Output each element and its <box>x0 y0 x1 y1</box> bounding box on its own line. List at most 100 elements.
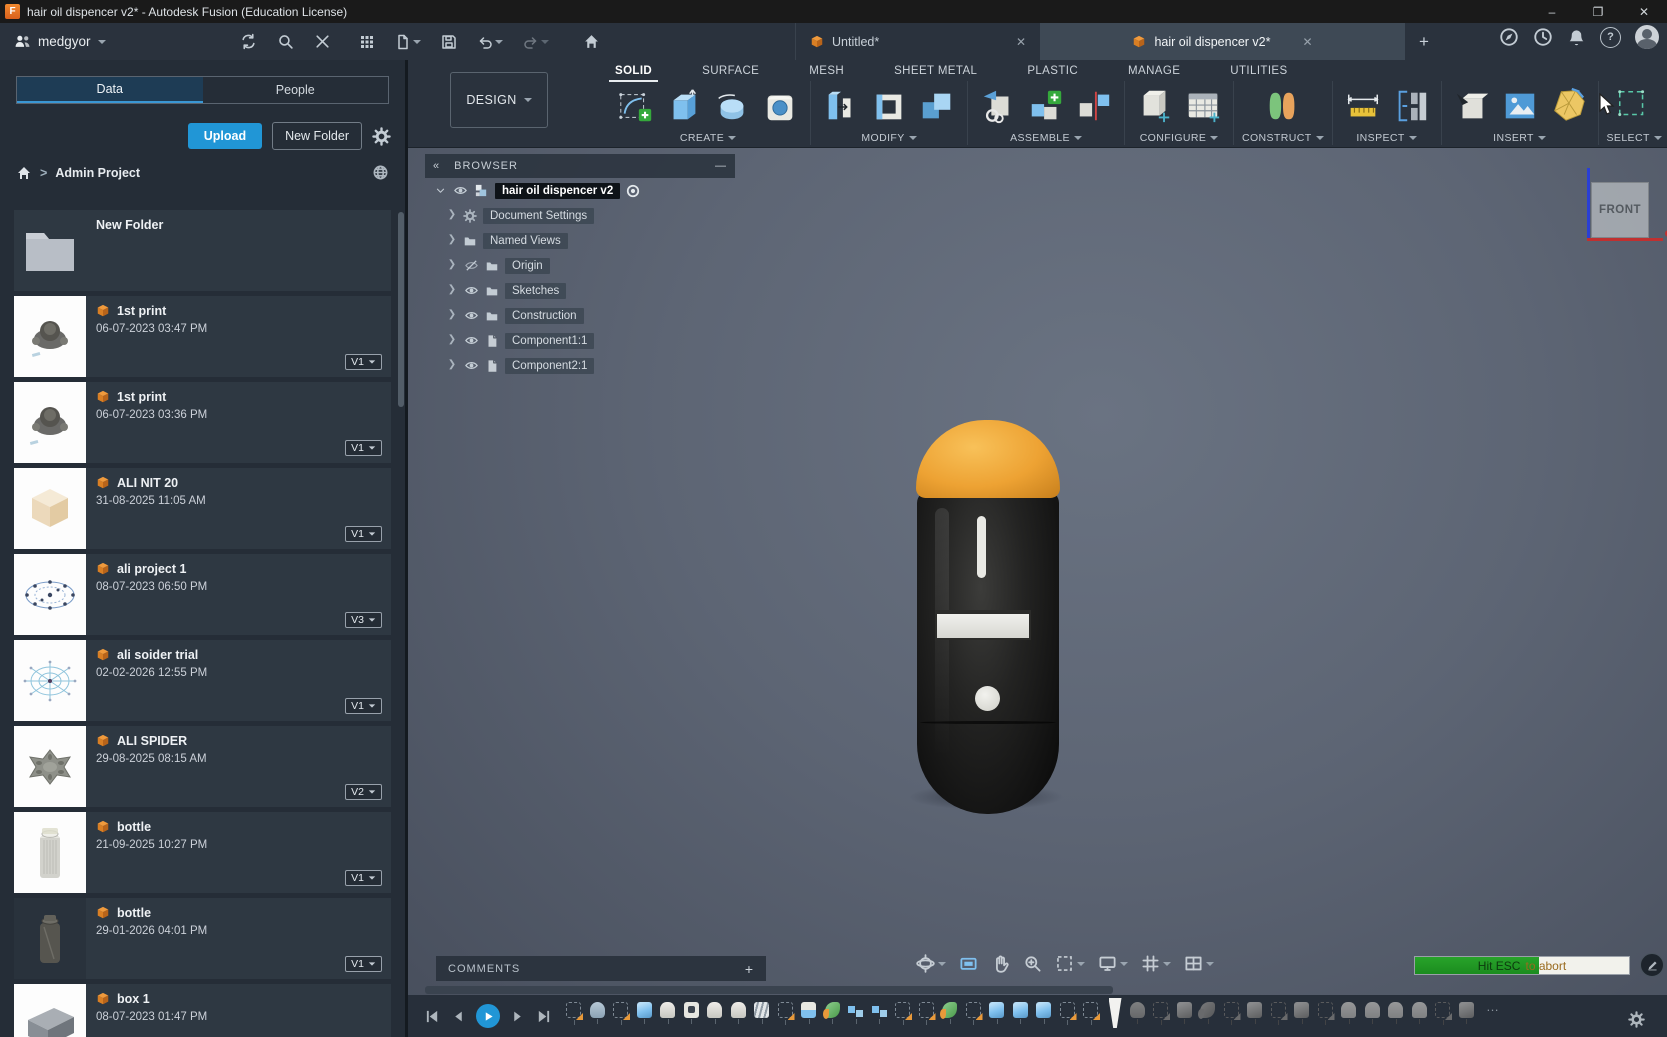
timeline-step-back-button[interactable] <box>450 1008 467 1025</box>
timeline-feature-fillet[interactable] <box>1365 1002 1380 1018</box>
tab-data[interactable]: Data <box>17 77 203 103</box>
undo-button[interactable] <box>477 34 503 50</box>
tab-manage[interactable]: MANAGE <box>1126 62 1182 80</box>
breadcrumb-project[interactable]: Admin Project <box>55 166 140 180</box>
profile-avatar[interactable] <box>1635 25 1659 49</box>
timeline-feature-extrude[interactable] <box>1247 1002 1262 1018</box>
chevron-right-icon[interactable]: ❯ <box>447 359 457 370</box>
browser-row-component1[interactable]: ❯ Component1:1 <box>425 328 735 353</box>
timeline-feature-coil[interactable] <box>754 1002 769 1018</box>
tab-close-icon[interactable]: ✕ <box>1016 35 1026 49</box>
timeline-feature-extrude[interactable] <box>1294 1002 1309 1018</box>
tab-sheet-metal[interactable]: SHEET METAL <box>892 62 979 80</box>
chevron-right-icon[interactable]: ❯ <box>447 234 457 245</box>
browser-row-document-settings[interactable]: ❯ Document Settings <box>425 203 735 228</box>
feedback-pen-icon[interactable] <box>1640 953 1664 977</box>
timeline-feature-extrude[interactable] <box>1036 1002 1051 1018</box>
chevron-down-icon[interactable] <box>435 185 446 196</box>
eye-off-icon[interactable] <box>464 258 479 273</box>
chevron-right-icon[interactable]: ❯ <box>447 209 457 220</box>
eye-icon[interactable] <box>464 308 479 323</box>
timeline-feature-sweep[interactable] <box>1200 1002 1215 1018</box>
timeline-feature-sketch[interactable] <box>566 1002 581 1018</box>
group-label-configure[interactable]: CONFIGURE <box>1140 132 1219 144</box>
shell-icon[interactable] <box>867 83 911 129</box>
timeline-feature-extrude[interactable] <box>1013 1002 1028 1018</box>
measure-icon[interactable] <box>1341 83 1385 129</box>
timeline-feature-sketch[interactable] <box>919 1002 934 1018</box>
save-button[interactable] <box>441 34 457 50</box>
sync-button[interactable] <box>240 33 257 50</box>
tab-utilities[interactable]: UTILITIES <box>1228 62 1289 80</box>
timeline-feature-extrude[interactable] <box>989 1002 1004 1018</box>
timeline-feature-sweep[interactable] <box>942 1002 957 1018</box>
timeline-feature-sketch[interactable] <box>1435 1002 1450 1018</box>
timeline-feature-sketch[interactable] <box>966 1002 981 1018</box>
timeline-feature-extrude[interactable] <box>1177 1002 1192 1018</box>
browser-row-origin[interactable]: ❯ Origin <box>425 253 735 278</box>
zoom-window-tool[interactable] <box>1055 954 1085 973</box>
chevron-right-icon[interactable]: ❯ <box>447 334 457 345</box>
notifications-bell-icon[interactable] <box>1567 28 1586 47</box>
timeline-feature-sweep[interactable] <box>825 1002 840 1018</box>
workspace-design-dropdown[interactable]: DESIGN <box>450 72 548 128</box>
comments-bar[interactable]: COMMENTS + <box>436 956 766 981</box>
add-comment-icon[interactable]: + <box>745 961 754 977</box>
close-document-button[interactable] <box>314 33 331 50</box>
insert-derive-icon[interactable] <box>1450 83 1494 129</box>
new-folder-button[interactable]: New Folder <box>272 122 362 150</box>
look-at-tool[interactable] <box>959 954 978 973</box>
group-label-modify[interactable]: MODIFY <box>861 132 916 144</box>
joint-icon[interactable] <box>1072 83 1116 129</box>
search-button[interactable] <box>277 33 294 50</box>
viewports-tool[interactable] <box>1184 954 1214 973</box>
tab-people[interactable]: People <box>203 77 389 103</box>
new-tab-button[interactable]: + <box>1405 23 1443 60</box>
data-settings-gear-icon[interactable] <box>372 127 391 146</box>
timeline-feature-sketch[interactable] <box>1224 1002 1239 1018</box>
timeline-feature-extrude[interactable] <box>637 1002 652 1018</box>
tab-solid[interactable]: SOLID <box>613 62 654 80</box>
team-switcher[interactable]: medgyor <box>0 33 120 50</box>
timeline-feature-sketch[interactable] <box>1153 1002 1168 1018</box>
timeline-play-button[interactable] <box>476 1004 500 1028</box>
browser-row-sketches[interactable]: ❯ Sketches <box>425 278 735 303</box>
upload-button[interactable]: Upload <box>188 123 262 149</box>
window-maximize-button[interactable]: ❐ <box>1575 0 1621 23</box>
press-pull-icon[interactable] <box>819 83 863 129</box>
canvas-scrollbar[interactable] <box>425 986 1113 994</box>
group-label-select[interactable]: SELECT <box>1607 132 1662 144</box>
timeline-feature-sketch[interactable] <box>1083 1002 1098 1018</box>
version-dropdown[interactable]: V1 <box>345 354 382 370</box>
group-label-assemble[interactable]: ASSEMBLE <box>1010 132 1082 144</box>
new-design-button[interactable] <box>395 34 421 50</box>
eye-icon[interactable] <box>453 183 468 198</box>
eye-icon[interactable] <box>464 283 479 298</box>
list-item-bottle[interactable]: bottle 21-09-2025 10:27 PM V1 <box>14 812 391 893</box>
timeline-go-start-button[interactable] <box>424 1008 441 1025</box>
tab-hair-oil-dispencer[interactable]: hair oil dispencer v2* ✕ <box>1040 23 1405 60</box>
activate-component-radio[interactable] <box>626 184 640 198</box>
list-item-ali-soider-trial[interactable]: ali soider trial 02-02-2026 12:55 PM V1 <box>14 640 391 721</box>
list-item-1st-print[interactable]: 1st print 06-07-2023 03:36 PM V1 <box>14 382 391 463</box>
timeline-feature-split[interactable] <box>801 1002 816 1018</box>
timeline-feature-fillet[interactable] <box>707 1002 722 1018</box>
version-dropdown[interactable]: V1 <box>345 956 382 972</box>
timeline-feature-fillet[interactable] <box>1388 1002 1403 1018</box>
timeline-overflow-ellipsis[interactable]: … <box>1486 999 1499 1014</box>
timeline-feature-extrude[interactable] <box>1459 1002 1474 1018</box>
timeline-position-marker[interactable] <box>1109 998 1122 1028</box>
eye-icon[interactable] <box>464 333 479 348</box>
viewport-canvas[interactable]: « BROWSER — hair oil dispencer v2 ❯ Docu… <box>408 148 1667 1037</box>
list-item-box-1[interactable]: box 1 08-07-2023 01:47 PM <box>14 984 391 1037</box>
create-sketch-icon[interactable] <box>614 83 658 129</box>
browser-row-construction[interactable]: ❯ Construction <box>425 303 735 328</box>
canvas-image-icon[interactable] <box>1498 83 1542 129</box>
timeline-feature-revolve[interactable] <box>590 1002 605 1018</box>
section-analysis-icon[interactable] <box>1389 83 1433 129</box>
extensions-compass-icon[interactable] <box>1499 27 1519 47</box>
tab-untitled[interactable]: Untitled* ✕ <box>795 23 1040 60</box>
version-dropdown[interactable]: V1 <box>345 698 382 714</box>
hole-icon[interactable] <box>758 83 802 129</box>
collapse-panel-icon[interactable]: « <box>433 160 440 172</box>
